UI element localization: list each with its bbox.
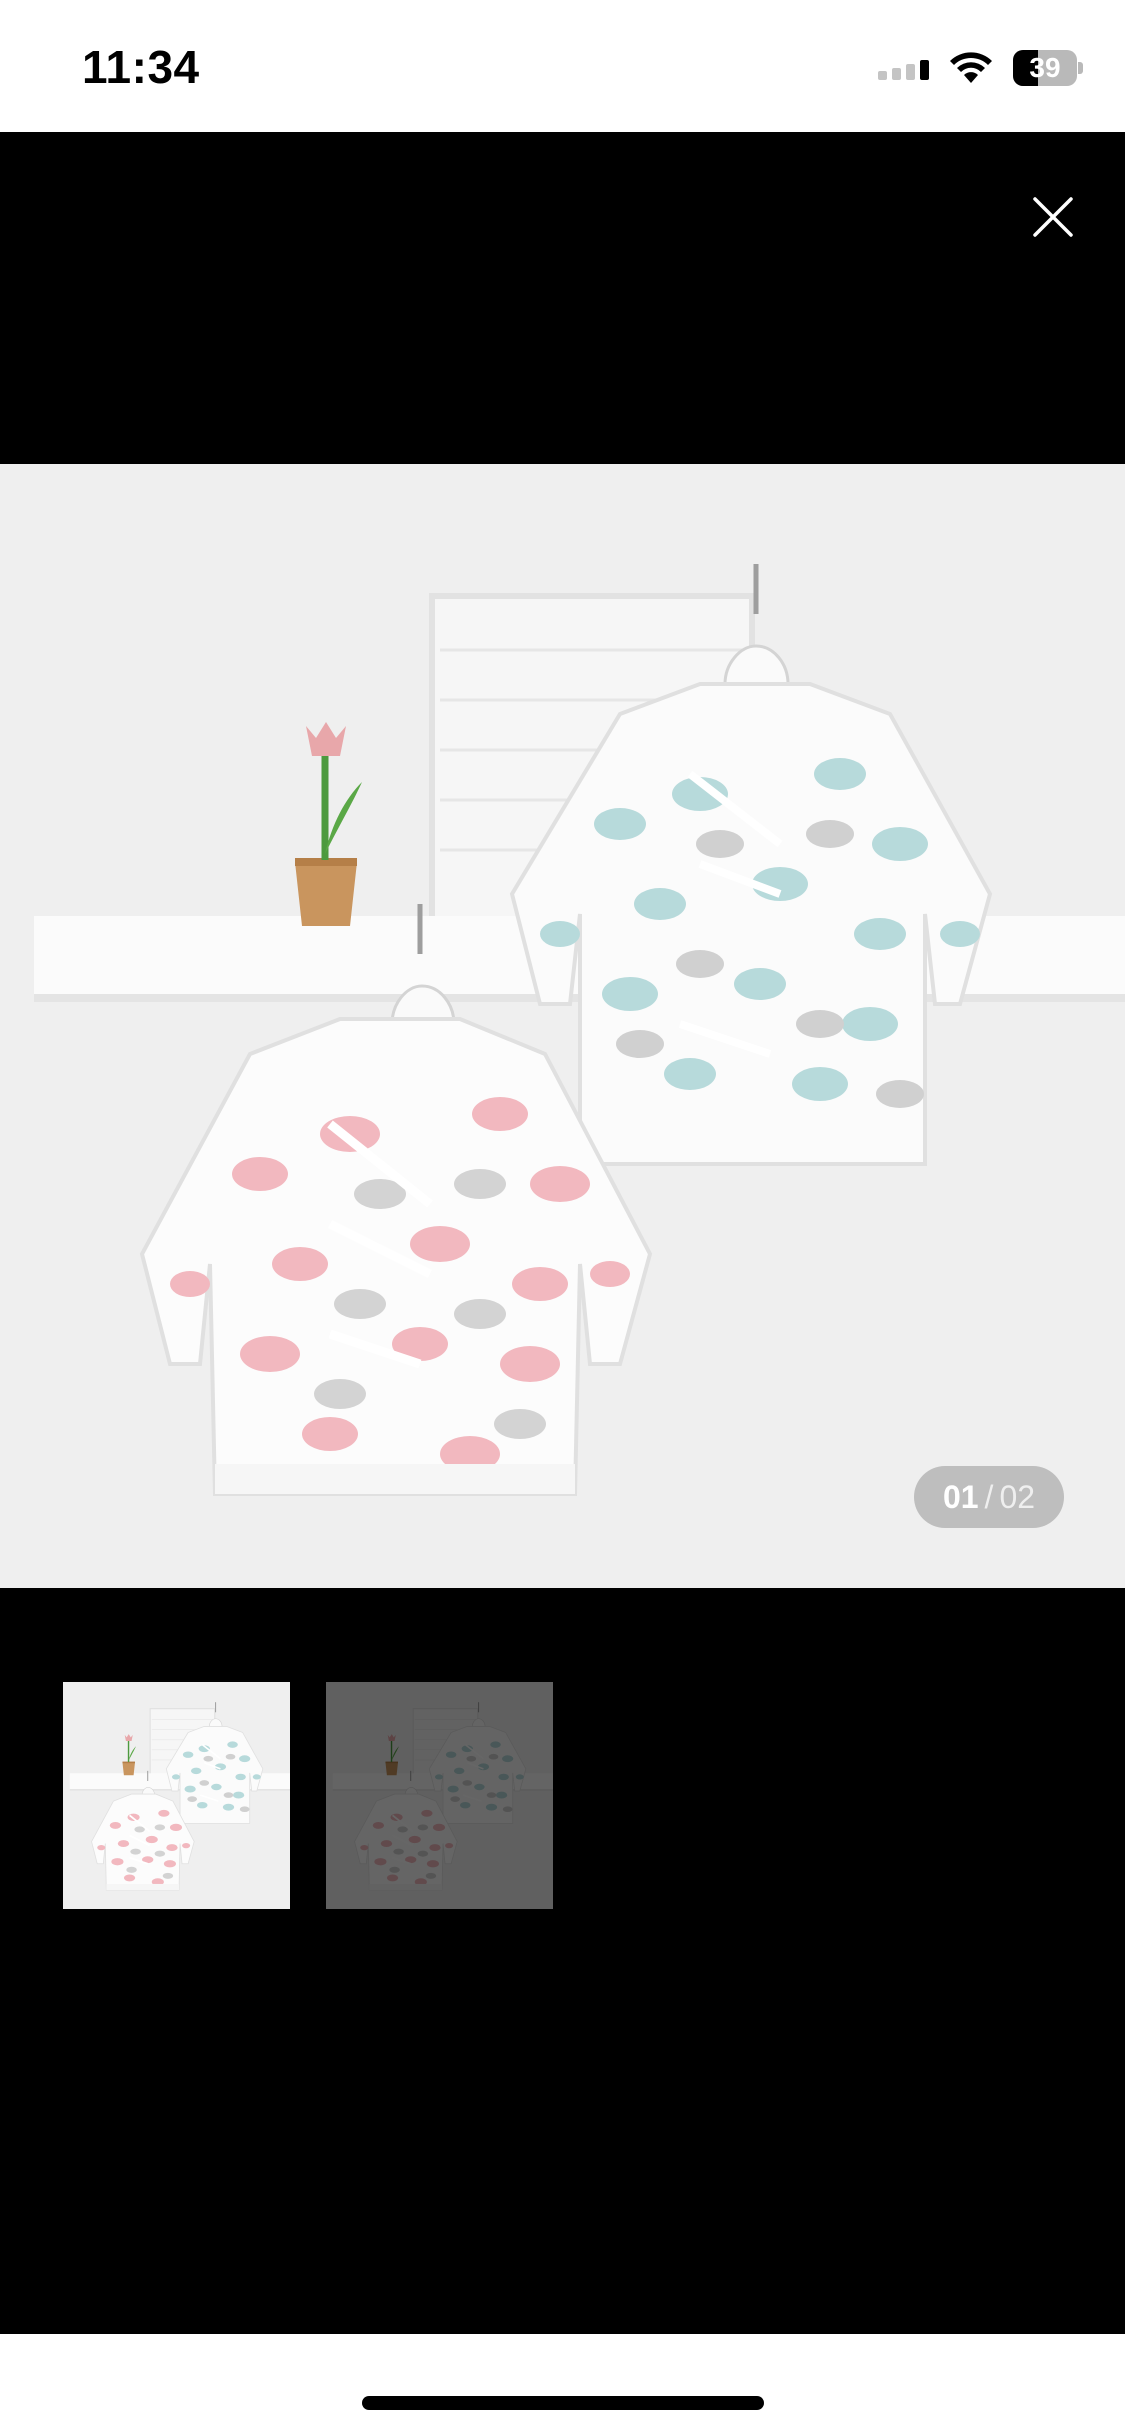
thumbnail-1[interactable]	[63, 1682, 290, 1909]
bottom-safe-area	[0, 2334, 1125, 2436]
home-indicator[interactable]	[362, 2396, 764, 2410]
thumbnail-image	[63, 1682, 290, 1909]
counter-current: 01	[942, 1478, 979, 1515]
counter-total: 02	[999, 1478, 1036, 1515]
product-photo	[0, 464, 1125, 1588]
image-page-counter: 01 / 02	[914, 1466, 1064, 1528]
status-bar: 11:34 39	[0, 0, 1125, 132]
close-button[interactable]	[1023, 187, 1083, 247]
battery-icon: 39	[1013, 50, 1083, 86]
main-product-image[interactable]	[0, 464, 1125, 1588]
thumbnail-dim-overlay	[326, 1682, 553, 1909]
status-time: 11:34	[82, 41, 200, 93]
wifi-icon	[950, 52, 992, 83]
status-icons: 39	[878, 46, 1083, 90]
close-icon	[1033, 197, 1073, 237]
counter-separator: /	[984, 1478, 994, 1515]
battery-level: 39	[1029, 52, 1061, 83]
thumbnail-2[interactable]	[326, 1682, 553, 1909]
cellular-signal-icon	[878, 56, 929, 80]
